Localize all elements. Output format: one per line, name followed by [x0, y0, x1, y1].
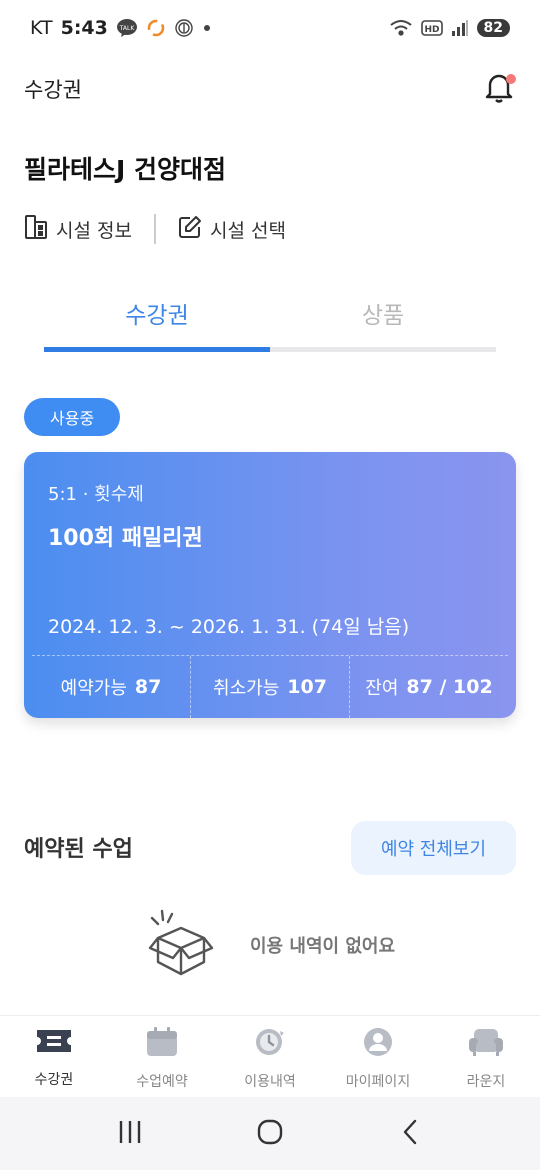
talk-icon: TALK [116, 18, 138, 38]
stat-value: 87 [134, 676, 162, 698]
facility-actions: 시설 정보 시설 선택 [24, 210, 286, 248]
nav-label: 마이페이지 [345, 1074, 411, 1090]
stat-label: 취소가능 [213, 678, 280, 699]
app-header: 수강권 [0, 64, 540, 114]
back-icon [400, 1118, 420, 1150]
sync-icon [146, 18, 166, 38]
view-all-reservations-button[interactable]: 예약 전체보기 [351, 821, 516, 875]
facility-info-label: 시설 정보 [56, 219, 132, 242]
nav-item-pass[interactable]: 수강권 [0, 1016, 108, 1097]
empty-state: 이용 내역이 없어요 [146, 905, 446, 985]
home-icon [256, 1118, 284, 1150]
nav-item-lounge[interactable]: 라운지 [432, 1016, 540, 1097]
stat-reservable: 예약가능 87 [32, 656, 190, 718]
page-title: 수강권 [24, 78, 82, 102]
status-bar: KT 5:43 TALK HD 82 [0, 0, 540, 56]
battery-indicator: 82 [476, 19, 510, 37]
pass-stats: 예약가능 87 취소가능 107 잔여 87 / 102 [32, 655, 508, 718]
facility-select-label: 시설 선택 [209, 219, 286, 242]
tab-indicator [44, 347, 270, 352]
ticket-icon [35, 1027, 73, 1059]
notification-dot [506, 74, 516, 84]
facility-select-button[interactable]: 시설 선택 [178, 215, 286, 244]
history-icon [254, 1027, 286, 1061]
facility-info-button[interactable]: 시설 정보 [24, 214, 132, 245]
carrier-label: KT [30, 17, 53, 39]
home-button[interactable] [240, 1114, 300, 1154]
hd-icon-label: HD [424, 25, 439, 35]
pass-name: 100회 패밀리권 [48, 526, 203, 551]
back-button[interactable] [380, 1114, 440, 1154]
hd-icon: HD [420, 19, 443, 37]
nav-item-booking[interactable]: 수업예약 [108, 1016, 216, 1097]
fingerprint-icon [174, 18, 194, 38]
recent-apps-button[interactable] [100, 1114, 160, 1154]
stat-cancelable: 취소가능 107 [190, 656, 349, 718]
nav-label: 라운지 [466, 1074, 506, 1090]
wifi-icon [389, 18, 413, 38]
tab-products[interactable]: 상품 [270, 290, 496, 352]
bottom-nav: 수강권 수업예약 이용내역 마이페이지 라운지 [0, 1015, 540, 1097]
tab-track [44, 347, 496, 352]
stat-label: 잔여 [365, 678, 399, 699]
system-nav-bar [0, 1097, 540, 1170]
empty-box-icon [146, 908, 216, 982]
recent-apps-icon [116, 1119, 144, 1149]
tab-bar: 수강권 상품 [44, 290, 496, 352]
dot-icon [202, 23, 212, 33]
nav-item-history[interactable]: 이용내역 [216, 1016, 324, 1097]
facility-name: 필라테스J 건양대점 [24, 155, 227, 184]
divider [153, 214, 156, 244]
stat-value: 107 [287, 676, 327, 698]
talk-icon-label: TALK [119, 25, 136, 32]
nav-item-mypage[interactable]: 마이페이지 [324, 1016, 432, 1097]
pass-type: 5:1 · 횟수제 [48, 484, 144, 505]
building-icon [24, 214, 48, 245]
pass-period: 2024. 12. 3. ~ 2026. 1. 31. (74일 남음) [48, 616, 410, 638]
status-badge: 사용중 [24, 398, 121, 436]
reservations-title: 예약된 수업 [24, 837, 133, 862]
nav-label: 이용내역 [244, 1074, 296, 1090]
signal-icon [451, 19, 469, 37]
edit-icon [178, 215, 202, 244]
stat-remaining: 잔여 87 / 102 [349, 656, 508, 718]
tab-pass[interactable]: 수강권 [44, 290, 270, 352]
empty-text: 이용 내역이 없어요 [250, 936, 396, 957]
pass-card[interactable]: 5:1 · 횟수제 100회 패밀리권 2024. 12. 3. ~ 2026.… [24, 452, 516, 718]
calendar-icon [146, 1027, 178, 1061]
nav-label: 수업예약 [136, 1074, 188, 1090]
notification-button[interactable] [482, 72, 516, 106]
person-icon [362, 1027, 394, 1061]
status-right: HD 82 [389, 18, 510, 38]
nav-label: 수강권 [34, 1072, 74, 1088]
status-left: KT 5:43 TALK [30, 17, 212, 39]
stat-value: 87 / 102 [406, 676, 493, 698]
stat-label: 예약가능 [60, 678, 127, 699]
clock: 5:43 [60, 17, 108, 39]
sofa-icon [468, 1027, 504, 1061]
